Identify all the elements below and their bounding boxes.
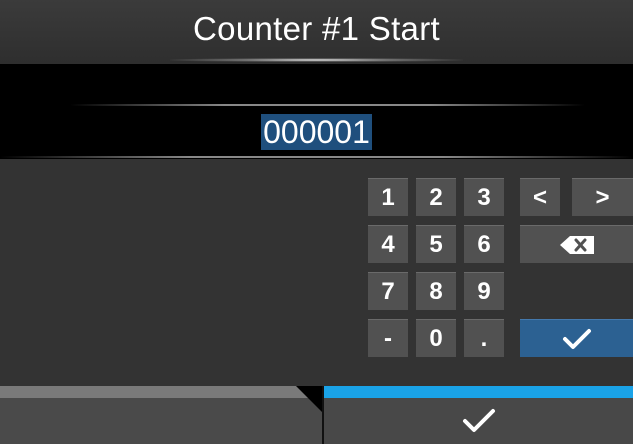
cursor-right-button[interactable]: > bbox=[572, 178, 633, 216]
title-bar: Counter #1 Start bbox=[0, 0, 633, 64]
backspace-icon bbox=[559, 235, 594, 254]
key-7[interactable]: 7 bbox=[368, 272, 408, 310]
enter-button[interactable] bbox=[520, 319, 633, 357]
page-title: Counter #1 Start bbox=[193, 10, 440, 47]
key-5[interactable]: 5 bbox=[416, 225, 456, 263]
checkmark-icon bbox=[562, 328, 591, 349]
value-display: 000001 bbox=[0, 64, 633, 159]
key-3[interactable]: 3 bbox=[464, 178, 504, 216]
confirm-button-area[interactable] bbox=[324, 398, 633, 444]
key-8[interactable]: 8 bbox=[416, 272, 456, 310]
key-minus[interactable]: - bbox=[368, 319, 408, 357]
key-decimal[interactable]: . bbox=[464, 319, 504, 357]
back-button-stripe bbox=[0, 386, 322, 398]
value-bottom-divider bbox=[0, 156, 633, 158]
value-text: 000001 bbox=[261, 114, 372, 150]
checkmark-icon bbox=[462, 409, 495, 432]
backspace-button[interactable] bbox=[520, 225, 633, 263]
cursor-left-button[interactable]: < bbox=[520, 178, 560, 216]
confirm-button-stripe bbox=[324, 386, 633, 398]
counter-start-screen: Counter #1 Start 000001 1 2 3 < > 4 5 6 … bbox=[0, 0, 633, 444]
key-1[interactable]: 1 bbox=[368, 178, 408, 216]
value-top-divider bbox=[70, 104, 585, 106]
key-6[interactable]: 6 bbox=[464, 225, 504, 263]
back-button[interactable] bbox=[0, 386, 322, 444]
key-9[interactable]: 9 bbox=[464, 272, 504, 310]
key-4[interactable]: 4 bbox=[368, 225, 408, 263]
value-field[interactable]: 000001 bbox=[0, 114, 633, 150]
key-0[interactable]: 0 bbox=[416, 319, 456, 357]
title-underline-glow bbox=[170, 58, 463, 62]
key-2[interactable]: 2 bbox=[416, 178, 456, 216]
